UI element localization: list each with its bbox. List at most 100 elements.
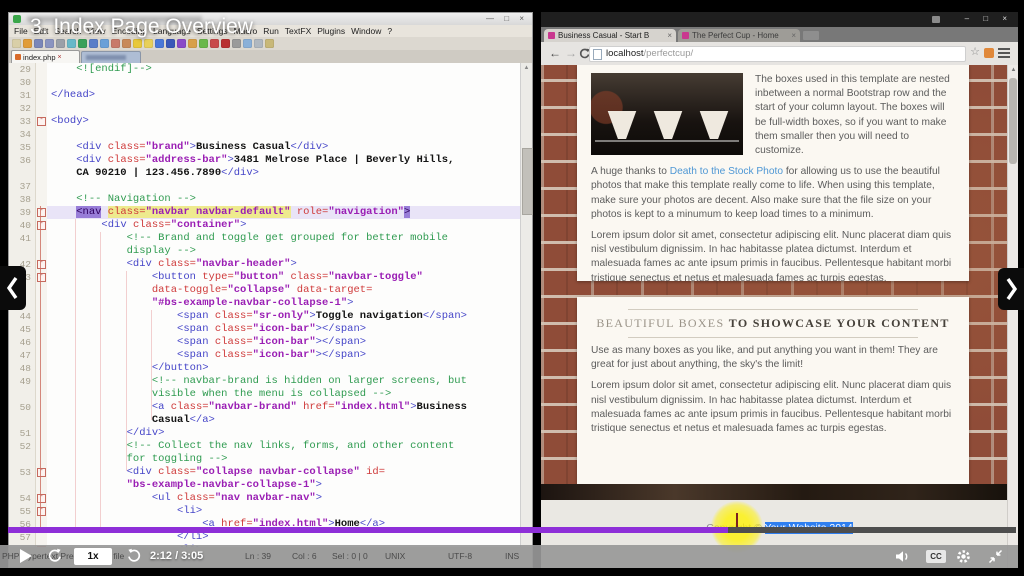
doc-map-icon[interactable] bbox=[243, 39, 252, 48]
fold-marker-icon[interactable]: - bbox=[37, 494, 46, 503]
video-seekbar[interactable] bbox=[8, 527, 1016, 533]
restart-icon[interactable] bbox=[46, 548, 62, 564]
browser-scrollbar-thumb[interactable] bbox=[1009, 78, 1017, 164]
address-bar[interactable]: localhost/perfectcup/ bbox=[589, 46, 966, 62]
code-line-39[interactable]: 39- <nav class="navbar navbar-default" r… bbox=[9, 206, 532, 219]
fold-marker-icon[interactable]: - bbox=[37, 468, 46, 477]
menu-item--[interactable]: ? bbox=[386, 25, 393, 37]
menu-item-file[interactable]: File bbox=[13, 25, 29, 37]
paste-icon[interactable] bbox=[100, 39, 109, 48]
replace-icon[interactable] bbox=[144, 39, 153, 48]
editor-scrollbar-thumb[interactable] bbox=[522, 148, 533, 215]
next-arrow-button[interactable] bbox=[998, 268, 1024, 310]
code-line-wrap[interactable]: data-toggle="collapse" data-target= bbox=[9, 284, 532, 297]
settings-gear-icon[interactable] bbox=[956, 549, 971, 564]
code-line-wrap[interactable]: Casual</a> bbox=[9, 414, 532, 427]
cut-icon[interactable] bbox=[78, 39, 87, 48]
macro-stop-icon[interactable] bbox=[210, 39, 219, 48]
menu-item-textfx[interactable]: TextFX bbox=[284, 25, 312, 37]
code-line-48[interactable]: 48 </button> bbox=[9, 362, 532, 375]
code-line-30[interactable]: 30 bbox=[9, 76, 532, 89]
code-line-33[interactable]: 33-<body> bbox=[9, 115, 532, 128]
copy-icon[interactable] bbox=[89, 39, 98, 48]
code-line-45[interactable]: 45 <span class="icon-bar"></span> bbox=[9, 323, 532, 336]
indent-guide-icon[interactable] bbox=[199, 39, 208, 48]
code-line-37[interactable]: 37 bbox=[9, 180, 532, 193]
print-icon[interactable] bbox=[56, 39, 65, 48]
browser-tab-business-casual[interactable]: Business Casual - Start B × bbox=[544, 29, 676, 42]
link-death-to-the-stock-photo[interactable]: Death to the Stock Photo bbox=[670, 166, 783, 177]
code-line-31[interactable]: 31</head> bbox=[9, 89, 532, 102]
record-macro-icon[interactable] bbox=[221, 39, 230, 48]
menu-item-window[interactable]: Window bbox=[350, 25, 382, 37]
editor-scrollbar[interactable]: ▲ bbox=[520, 63, 532, 549]
code-line-49[interactable]: 49 <!-- navbar-brand is hidden on larger… bbox=[9, 375, 532, 388]
zoom-out-icon[interactable] bbox=[166, 39, 175, 48]
code-line-47[interactable]: 47 <span class="icon-bar"></span> bbox=[9, 349, 532, 362]
save-all-icon[interactable] bbox=[45, 39, 54, 48]
fold-marker-icon[interactable]: - bbox=[37, 260, 46, 269]
function-list-icon[interactable] bbox=[254, 39, 263, 48]
replay-icon[interactable] bbox=[127, 548, 143, 564]
fold-marker-icon[interactable]: - bbox=[37, 273, 46, 282]
forward-icon[interactable]: → bbox=[565, 46, 577, 60]
code-line-53[interactable]: 53- <div class="collapse navbar-collapse… bbox=[9, 466, 532, 479]
browser-tab-perfect-cup[interactable]: The Perfect Cup - Home × bbox=[678, 29, 800, 42]
code-line-40[interactable]: 40- <div class="container"> bbox=[9, 219, 532, 232]
fold-marker-icon[interactable]: - bbox=[37, 221, 46, 230]
code-line-41[interactable]: 41 <!-- Brand and toggle get grouped for… bbox=[9, 232, 532, 245]
editor-tab-index-php[interactable]: index.php × bbox=[11, 50, 80, 63]
code-line-54[interactable]: 54- <ul class="nav navbar-nav"> bbox=[9, 492, 532, 505]
browser-window-controls[interactable]: – □ × bbox=[965, 14, 1013, 23]
close-tab-icon[interactable]: × bbox=[58, 52, 62, 63]
code-line-35[interactable]: 35 <div class="brand">Business Casual</d… bbox=[9, 141, 532, 154]
fold-marker-icon[interactable]: - bbox=[37, 507, 46, 516]
code-line-43[interactable]: 43- <button type="button" class="navbar-… bbox=[9, 271, 532, 284]
code-line-38[interactable]: 38 <!-- Navigation --> bbox=[9, 193, 532, 206]
closed-captions-button[interactable]: CC bbox=[926, 550, 946, 563]
browser-frame-top[interactable]: – □ × bbox=[541, 12, 1018, 27]
menu-item-run[interactable]: Run bbox=[262, 25, 280, 37]
close-icon[interactable] bbox=[67, 39, 76, 48]
bookmark-star-icon[interactable]: ☆ bbox=[970, 45, 980, 58]
code-line-34[interactable]: 34 bbox=[9, 128, 532, 141]
playback-speed-button[interactable]: 1x bbox=[74, 548, 112, 565]
code-line-wrap[interactable]: CA 90210 | 123.456.7890</div> bbox=[9, 167, 532, 180]
undo-icon[interactable] bbox=[111, 39, 120, 48]
code-line-wrap[interactable]: display --> bbox=[9, 245, 532, 258]
code-line-42[interactable]: 42- <div class="navbar-header"> bbox=[9, 258, 532, 271]
previous-arrow-button[interactable] bbox=[0, 266, 26, 310]
code-line-wrap[interactable]: visible when the menu is collapsed --> bbox=[9, 388, 532, 401]
exit-fullscreen-icon[interactable] bbox=[988, 549, 1003, 564]
code-line-36[interactable]: 36 <div class="address-bar">3481 Melrose… bbox=[9, 154, 532, 167]
code-line-wrap[interactable]: for toggling --> bbox=[9, 453, 532, 466]
play-button[interactable] bbox=[20, 549, 32, 563]
show-symbols-icon[interactable] bbox=[188, 39, 197, 48]
editor-tab-secondary[interactable] bbox=[81, 51, 141, 63]
redo-icon[interactable] bbox=[122, 39, 131, 48]
code-line-44[interactable]: 44 <span class="sr-only">Toggle navigati… bbox=[9, 310, 532, 323]
code-line-51[interactable]: 51 </div> bbox=[9, 427, 532, 440]
code-line-32[interactable]: 32 bbox=[9, 102, 532, 115]
code-line-55[interactable]: 55- <li> bbox=[9, 505, 532, 518]
browser-scrollbar[interactable]: ▲ bbox=[1007, 65, 1018, 568]
play-macro-icon[interactable] bbox=[232, 39, 241, 48]
code-line-46[interactable]: 46 <span class="icon-bar"></span> bbox=[9, 336, 532, 349]
code-line-52[interactable]: 52 <!-- Collect the nav links, forms, an… bbox=[9, 440, 532, 453]
find-icon[interactable] bbox=[133, 39, 142, 48]
code-line-50[interactable]: 50 <a class="navbar-brand" href="index.h… bbox=[9, 401, 532, 414]
code-line-wrap[interactable]: "#bs-example-navbar-collapse-1"> bbox=[9, 297, 532, 310]
code-line-wrap[interactable]: "bs-example-navbar-collapse-1"> bbox=[9, 479, 532, 492]
menu-item-plugins[interactable]: Plugins bbox=[316, 25, 346, 37]
zoom-in-icon[interactable] bbox=[155, 39, 164, 48]
code-editor[interactable]: 29 <![endif]-->3031</head>3233-<body>343… bbox=[9, 63, 532, 549]
editor-window-controls[interactable]: — □ × bbox=[486, 14, 528, 23]
save-icon[interactable] bbox=[34, 39, 43, 48]
new-tab-button[interactable] bbox=[803, 31, 819, 40]
word-wrap-icon[interactable] bbox=[177, 39, 186, 48]
extension-icon[interactable] bbox=[984, 48, 994, 58]
fold-marker-icon[interactable]: - bbox=[37, 208, 46, 217]
scroll-up-icon[interactable]: ▲ bbox=[521, 63, 532, 73]
back-icon[interactable]: ← bbox=[549, 46, 561, 60]
close-tab-icon[interactable]: × bbox=[667, 31, 672, 40]
